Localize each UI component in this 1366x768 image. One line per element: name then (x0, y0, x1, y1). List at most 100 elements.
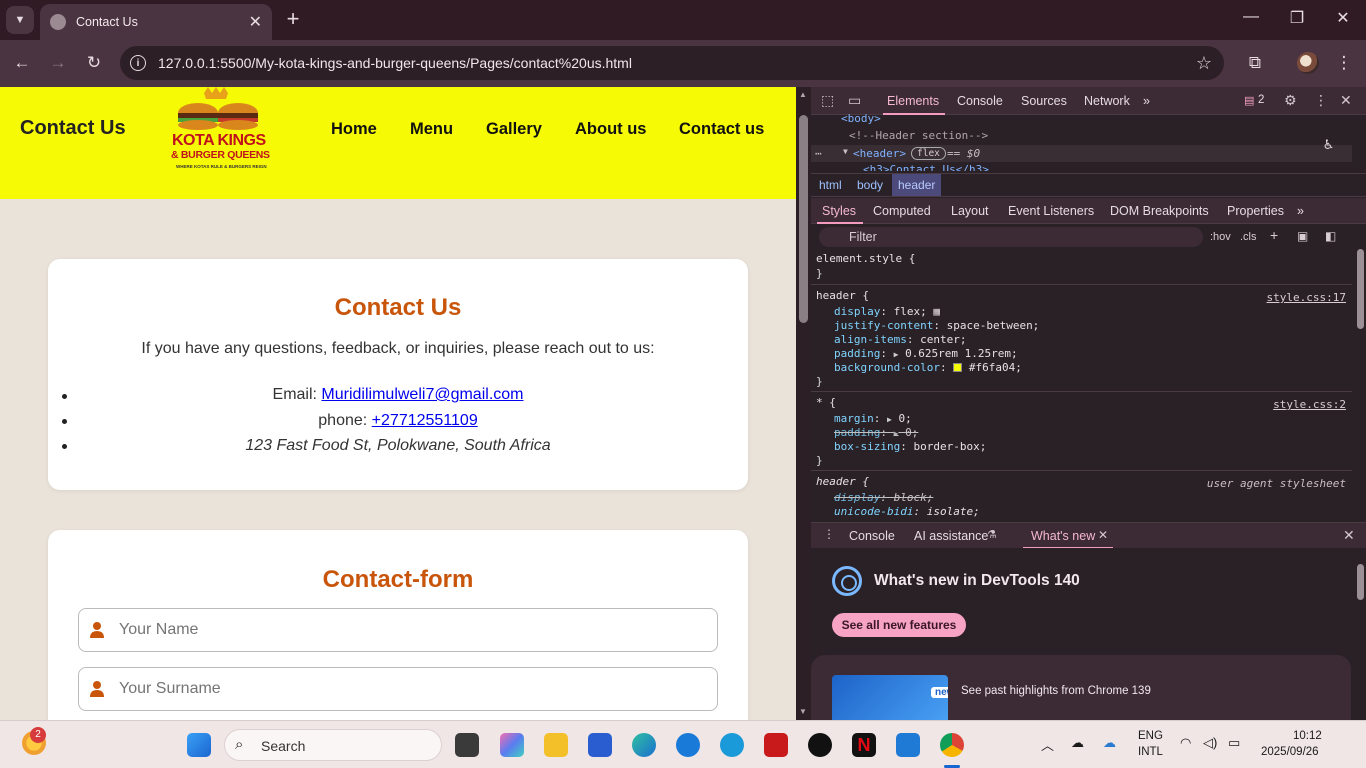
drawer-scrollbar[interactable] (1354, 554, 1366, 714)
expand-triangle-icon[interactable]: ▶ (887, 415, 892, 424)
css-prop[interactable]: margin (834, 412, 874, 425)
more-menu-icon[interactable]: ⋮ (1332, 52, 1356, 76)
css-value[interactable]: 0; (905, 426, 918, 439)
styles-scrollbar[interactable] (1354, 225, 1366, 517)
drawer-tab-whats-new[interactable]: What's new (1031, 529, 1095, 543)
tab-elements[interactable]: Elements (887, 94, 939, 108)
minimize-icon[interactable]: — (1236, 8, 1266, 32)
paint-icon[interactable]: ▣ (1297, 229, 1308, 243)
crumb-body[interactable]: body (853, 178, 887, 192)
new-tab-button[interactable]: + (282, 8, 304, 32)
dom-header-tag[interactable]: <header> (853, 147, 906, 160)
flex-editor-icon[interactable]: ▦ (933, 305, 940, 318)
reload-icon[interactable]: ↻ (82, 52, 106, 76)
flex-badge[interactable]: flex (911, 147, 946, 160)
filter-input[interactable]: Filter (819, 227, 1203, 247)
taskbar-search[interactable]: ⌕ Search (224, 729, 442, 761)
clock-time[interactable]: 10:12 (1293, 730, 1322, 742)
css-value[interactable]: space-between; (947, 319, 1040, 332)
close-devtools-icon[interactable]: ✕ (1340, 92, 1352, 109)
scroll-down-icon[interactable]: ▼ (799, 707, 807, 716)
microsoft-store-icon[interactable] (588, 733, 612, 757)
nav-menu[interactable]: Menu (410, 120, 453, 139)
issues-icon[interactable]: ▤ (1244, 94, 1254, 107)
css-value[interactable]: flex; (894, 305, 927, 318)
browser-tab[interactable]: Contact Us ✕ (40, 4, 272, 40)
tab-computed[interactable]: Computed (873, 204, 931, 218)
drawer-menu-icon[interactable]: ⋮ (823, 527, 835, 541)
highlights-card[interactable]: new See past highlights from Chrome 139 (811, 655, 1351, 725)
tab-properties[interactable]: Properties (1227, 204, 1284, 218)
see-all-features-button[interactable]: See all new features (832, 613, 966, 637)
css-prop[interactable]: justify-content (834, 319, 933, 332)
vscode-icon[interactable] (896, 733, 920, 757)
battery-icon[interactable]: ▭ (1228, 735, 1240, 751)
device-toolbar-icon[interactable]: ▭ (848, 92, 861, 109)
expand-triangle-icon[interactable]: ▼ (843, 147, 848, 156)
close-window-icon[interactable]: ✕ (1328, 8, 1358, 32)
more-tabs-icon[interactable]: » (1143, 94, 1150, 108)
css-prop[interactable]: display (834, 491, 880, 504)
dom-body-tag[interactable]: <body> (841, 112, 881, 125)
sidebar-toggle-icon[interactable]: ◧ (1325, 229, 1336, 243)
bookmark-star-icon[interactable]: ☆ (1196, 53, 1212, 74)
dom-selected-row[interactable]: ⋯ ▼ <header> flex == $0 (811, 145, 1352, 162)
element-style-selector[interactable]: element.style { (816, 252, 915, 265)
keyboard-layout[interactable]: INTL (1138, 746, 1163, 758)
extensions-icon[interactable]: ⧉ (1243, 52, 1267, 76)
onedrive-icon[interactable]: ☁ (1103, 735, 1116, 751)
tab-event-listeners[interactable]: Event Listeners (1008, 204, 1094, 218)
css-value[interactable]: #f6fa04; (969, 361, 1022, 374)
css-prop[interactable]: background-color (834, 361, 940, 374)
surname-field[interactable] (78, 667, 718, 711)
issues-count[interactable]: 2 (1258, 94, 1264, 106)
ua-rule-selector[interactable]: header { (816, 475, 869, 488)
inspect-element-icon[interactable]: ⬚ (821, 92, 834, 109)
show-hidden-icons[interactable]: ︿ (1041, 735, 1054, 754)
scrollbar-thumb[interactable] (1357, 564, 1364, 600)
language-indicator[interactable]: ENG (1138, 730, 1163, 742)
url-text[interactable]: 127.0.0.1:5500/My-kota-kings-and-burger-… (158, 55, 1196, 71)
forward-icon[interactable]: → (46, 52, 70, 76)
tab-network[interactable]: Network (1084, 94, 1130, 108)
css-value[interactable]: block; (894, 491, 934, 504)
tab-layout[interactable]: Layout (951, 204, 989, 218)
email-link[interactable]: Muridilimulweli7@gmail.com (321, 386, 523, 403)
windows-start-icon[interactable] (187, 733, 211, 757)
css-prop[interactable]: display (834, 305, 880, 318)
surname-input[interactable] (119, 668, 709, 710)
nav-contact-us[interactable]: Contact us (679, 120, 764, 139)
name-field[interactable] (78, 608, 718, 652)
back-icon[interactable]: ← (10, 52, 34, 76)
nav-home[interactable]: Home (331, 120, 377, 139)
restore-icon[interactable]: ❐ (1282, 8, 1312, 32)
devtools-more-icon[interactable]: ⋮ (1314, 92, 1328, 109)
css-prop[interactable]: unicode-bidi (834, 505, 913, 517)
dom-ellipsis-icon[interactable]: ⋯ (815, 147, 822, 160)
task-view-icon[interactable] (455, 733, 479, 757)
volume-icon[interactable]: ◁) (1203, 735, 1217, 751)
header-rule-selector[interactable]: header { (816, 289, 869, 302)
help-icon[interactable] (720, 733, 744, 757)
color-swatch[interactable] (953, 363, 963, 372)
scrollbar-thumb[interactable] (1357, 249, 1364, 329)
more-subtabs-icon[interactable]: » (1297, 204, 1304, 218)
tab-console[interactable]: Console (957, 94, 1003, 108)
crumb-html[interactable]: html (815, 178, 846, 192)
nav-about-us[interactable]: About us (575, 120, 647, 139)
css-value[interactable]: isolate; (927, 505, 980, 517)
css-value[interactable]: center; (920, 333, 966, 346)
mcafee-icon[interactable] (764, 733, 788, 757)
star-rule-selector[interactable]: * { (816, 396, 836, 409)
css-prop[interactable]: padding (834, 426, 880, 439)
tab-dom-breakpoints[interactable]: DOM Breakpoints (1110, 204, 1209, 218)
hov-toggle[interactable]: :hov (1210, 231, 1231, 243)
dom-h3-tag[interactable]: <h3>Contact Us</h3> (863, 163, 989, 171)
scroll-up-icon[interactable]: ▲ (799, 90, 807, 99)
crumb-header[interactable]: header (892, 174, 942, 196)
tab-sources[interactable]: Sources (1021, 94, 1067, 108)
css-prop[interactable]: align-items (834, 333, 907, 346)
star-rule-source[interactable]: style.css:2 (1273, 398, 1346, 411)
settings-gear-icon[interactable]: ⚙ (1284, 92, 1297, 109)
file-explorer-icon[interactable] (544, 733, 568, 757)
